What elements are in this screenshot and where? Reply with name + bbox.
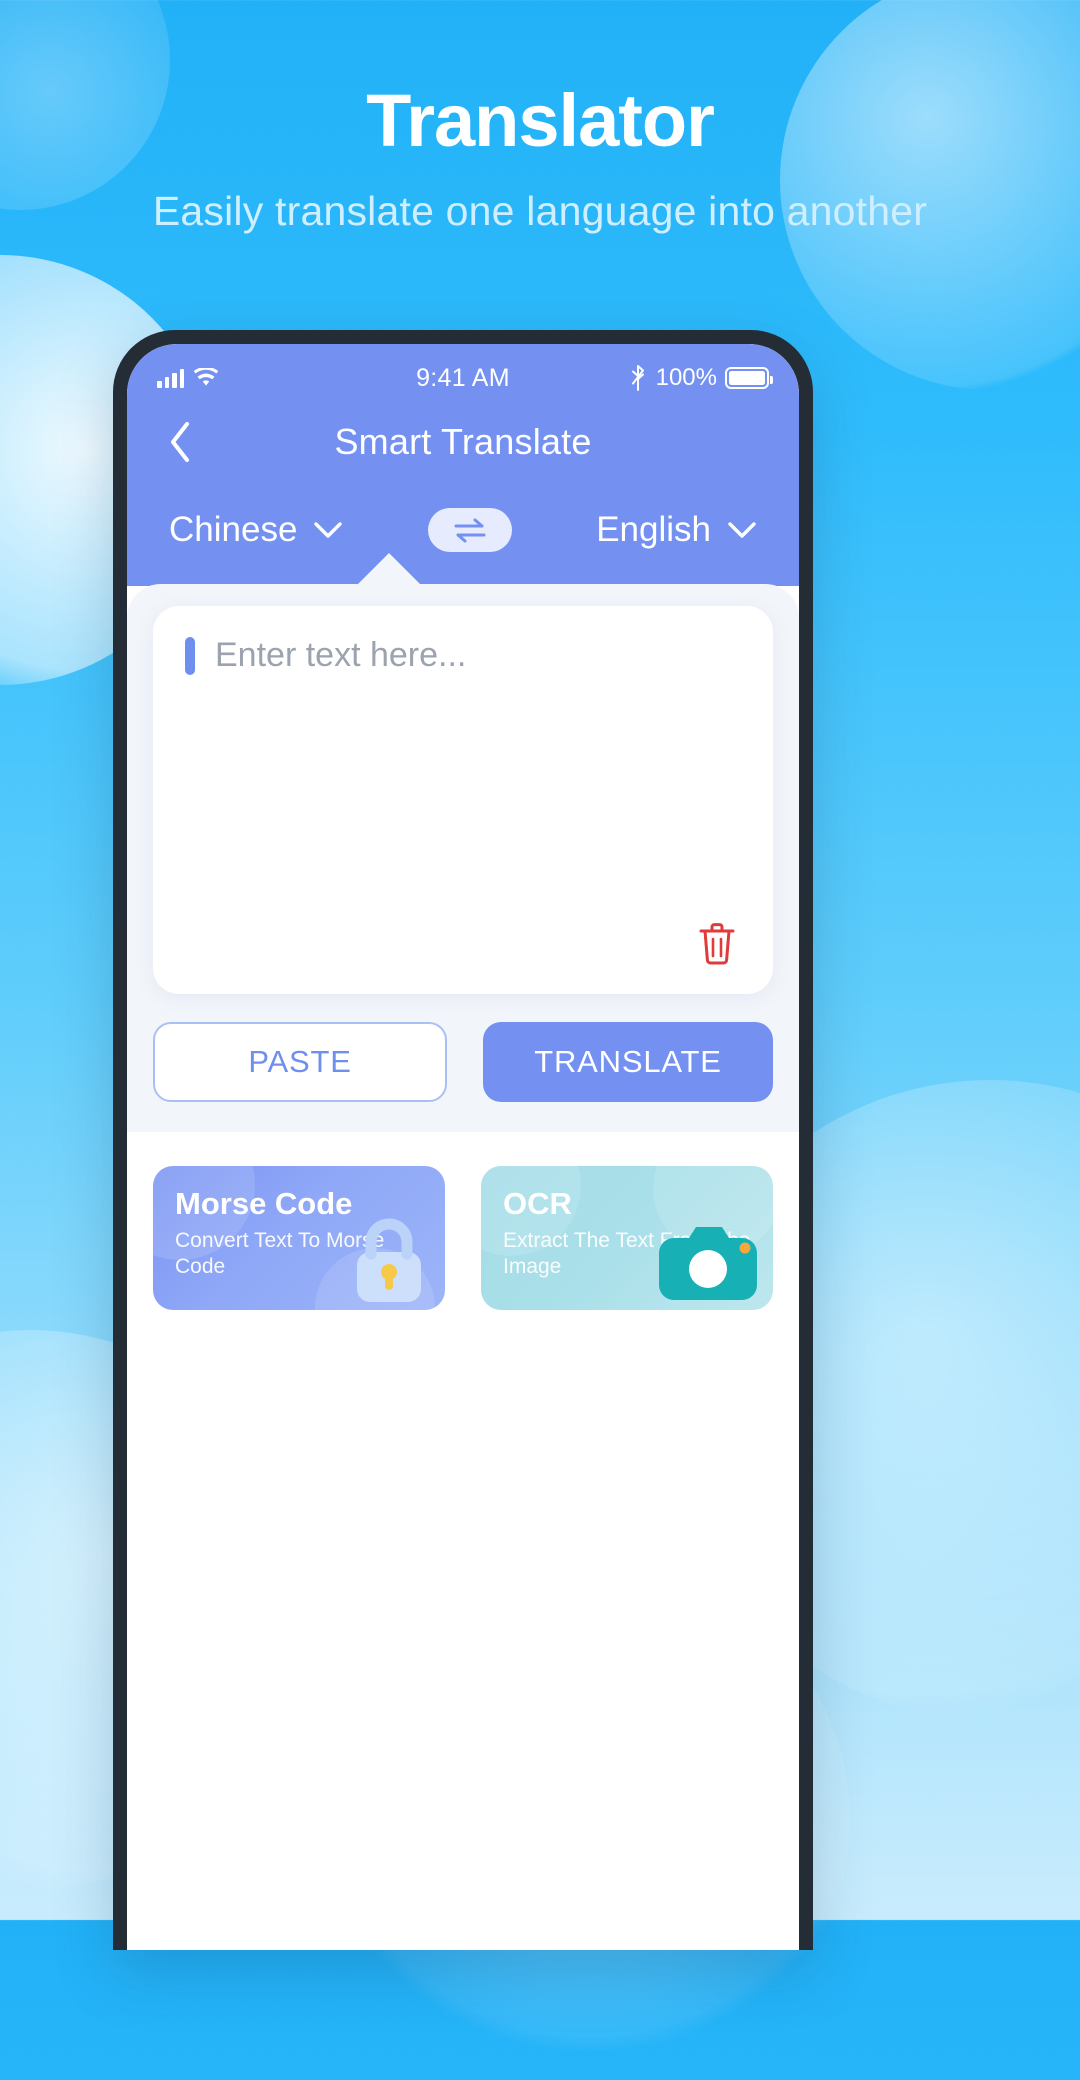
panel-pointer-triangle [355, 553, 423, 587]
swap-arrows-icon [454, 518, 486, 543]
app-header: 9:41 AM 100% Smart Translate Chinese Eng… [127, 344, 799, 587]
battery-percent-label: 100% [655, 364, 717, 391]
phone-mockup: 9:41 AM 100% Smart Translate Chinese Eng… [113, 330, 813, 1950]
page-title: Smart Translate [334, 421, 592, 462]
input-placeholder-row: Enter text here... [185, 636, 741, 675]
bluetooth-icon [631, 365, 644, 391]
action-button-row: PASTE TRANSLATE [153, 1022, 773, 1102]
battery-full-icon [725, 367, 773, 389]
trash-icon[interactable] [695, 920, 739, 968]
translate-button[interactable]: TRANSLATE [483, 1022, 773, 1102]
chevron-down-icon [728, 522, 756, 538]
feature-card-row: Morse Code Convert Text To Morse Code OC… [127, 1132, 799, 1310]
status-bar: 9:41 AM 100% [127, 354, 799, 402]
text-input-card[interactable]: Enter text here... [153, 606, 773, 994]
feature-card-ocr[interactable]: OCR Extract The Text From The Image [481, 1166, 773, 1310]
lock-icon [357, 1218, 421, 1302]
language-selector-row: Chinese English [127, 482, 799, 587]
status-bar-right: 100% [630, 364, 773, 392]
feature-title: OCR [503, 1186, 572, 1221]
source-language-dropdown[interactable]: Chinese [169, 510, 343, 550]
target-language-dropdown[interactable]: English [596, 510, 757, 550]
translate-panel: Enter text here... PASTE TRANSLATE [127, 584, 799, 1132]
camera-icon [659, 1227, 757, 1300]
search-input-placeholder: Enter text here... [215, 636, 467, 674]
phone-screen: 9:41 AM 100% Smart Translate Chinese Eng… [127, 344, 799, 1950]
nav-bar: Smart Translate [127, 402, 799, 482]
source-language-label: Chinese [169, 510, 298, 549]
text-cursor [185, 636, 195, 675]
promo-block: Translator Easily translate one language… [0, 84, 1080, 237]
feature-card-morse-code[interactable]: Morse Code Convert Text To Morse Code [153, 1166, 445, 1310]
target-language-label: English [596, 510, 711, 549]
paste-button[interactable]: PASTE [153, 1022, 447, 1102]
promo-subtitle: Easily translate one language into anoth… [152, 188, 928, 234]
chevron-down-icon [314, 522, 343, 538]
promo-title: Translator [366, 79, 715, 162]
swap-languages-button[interactable] [427, 508, 512, 552]
